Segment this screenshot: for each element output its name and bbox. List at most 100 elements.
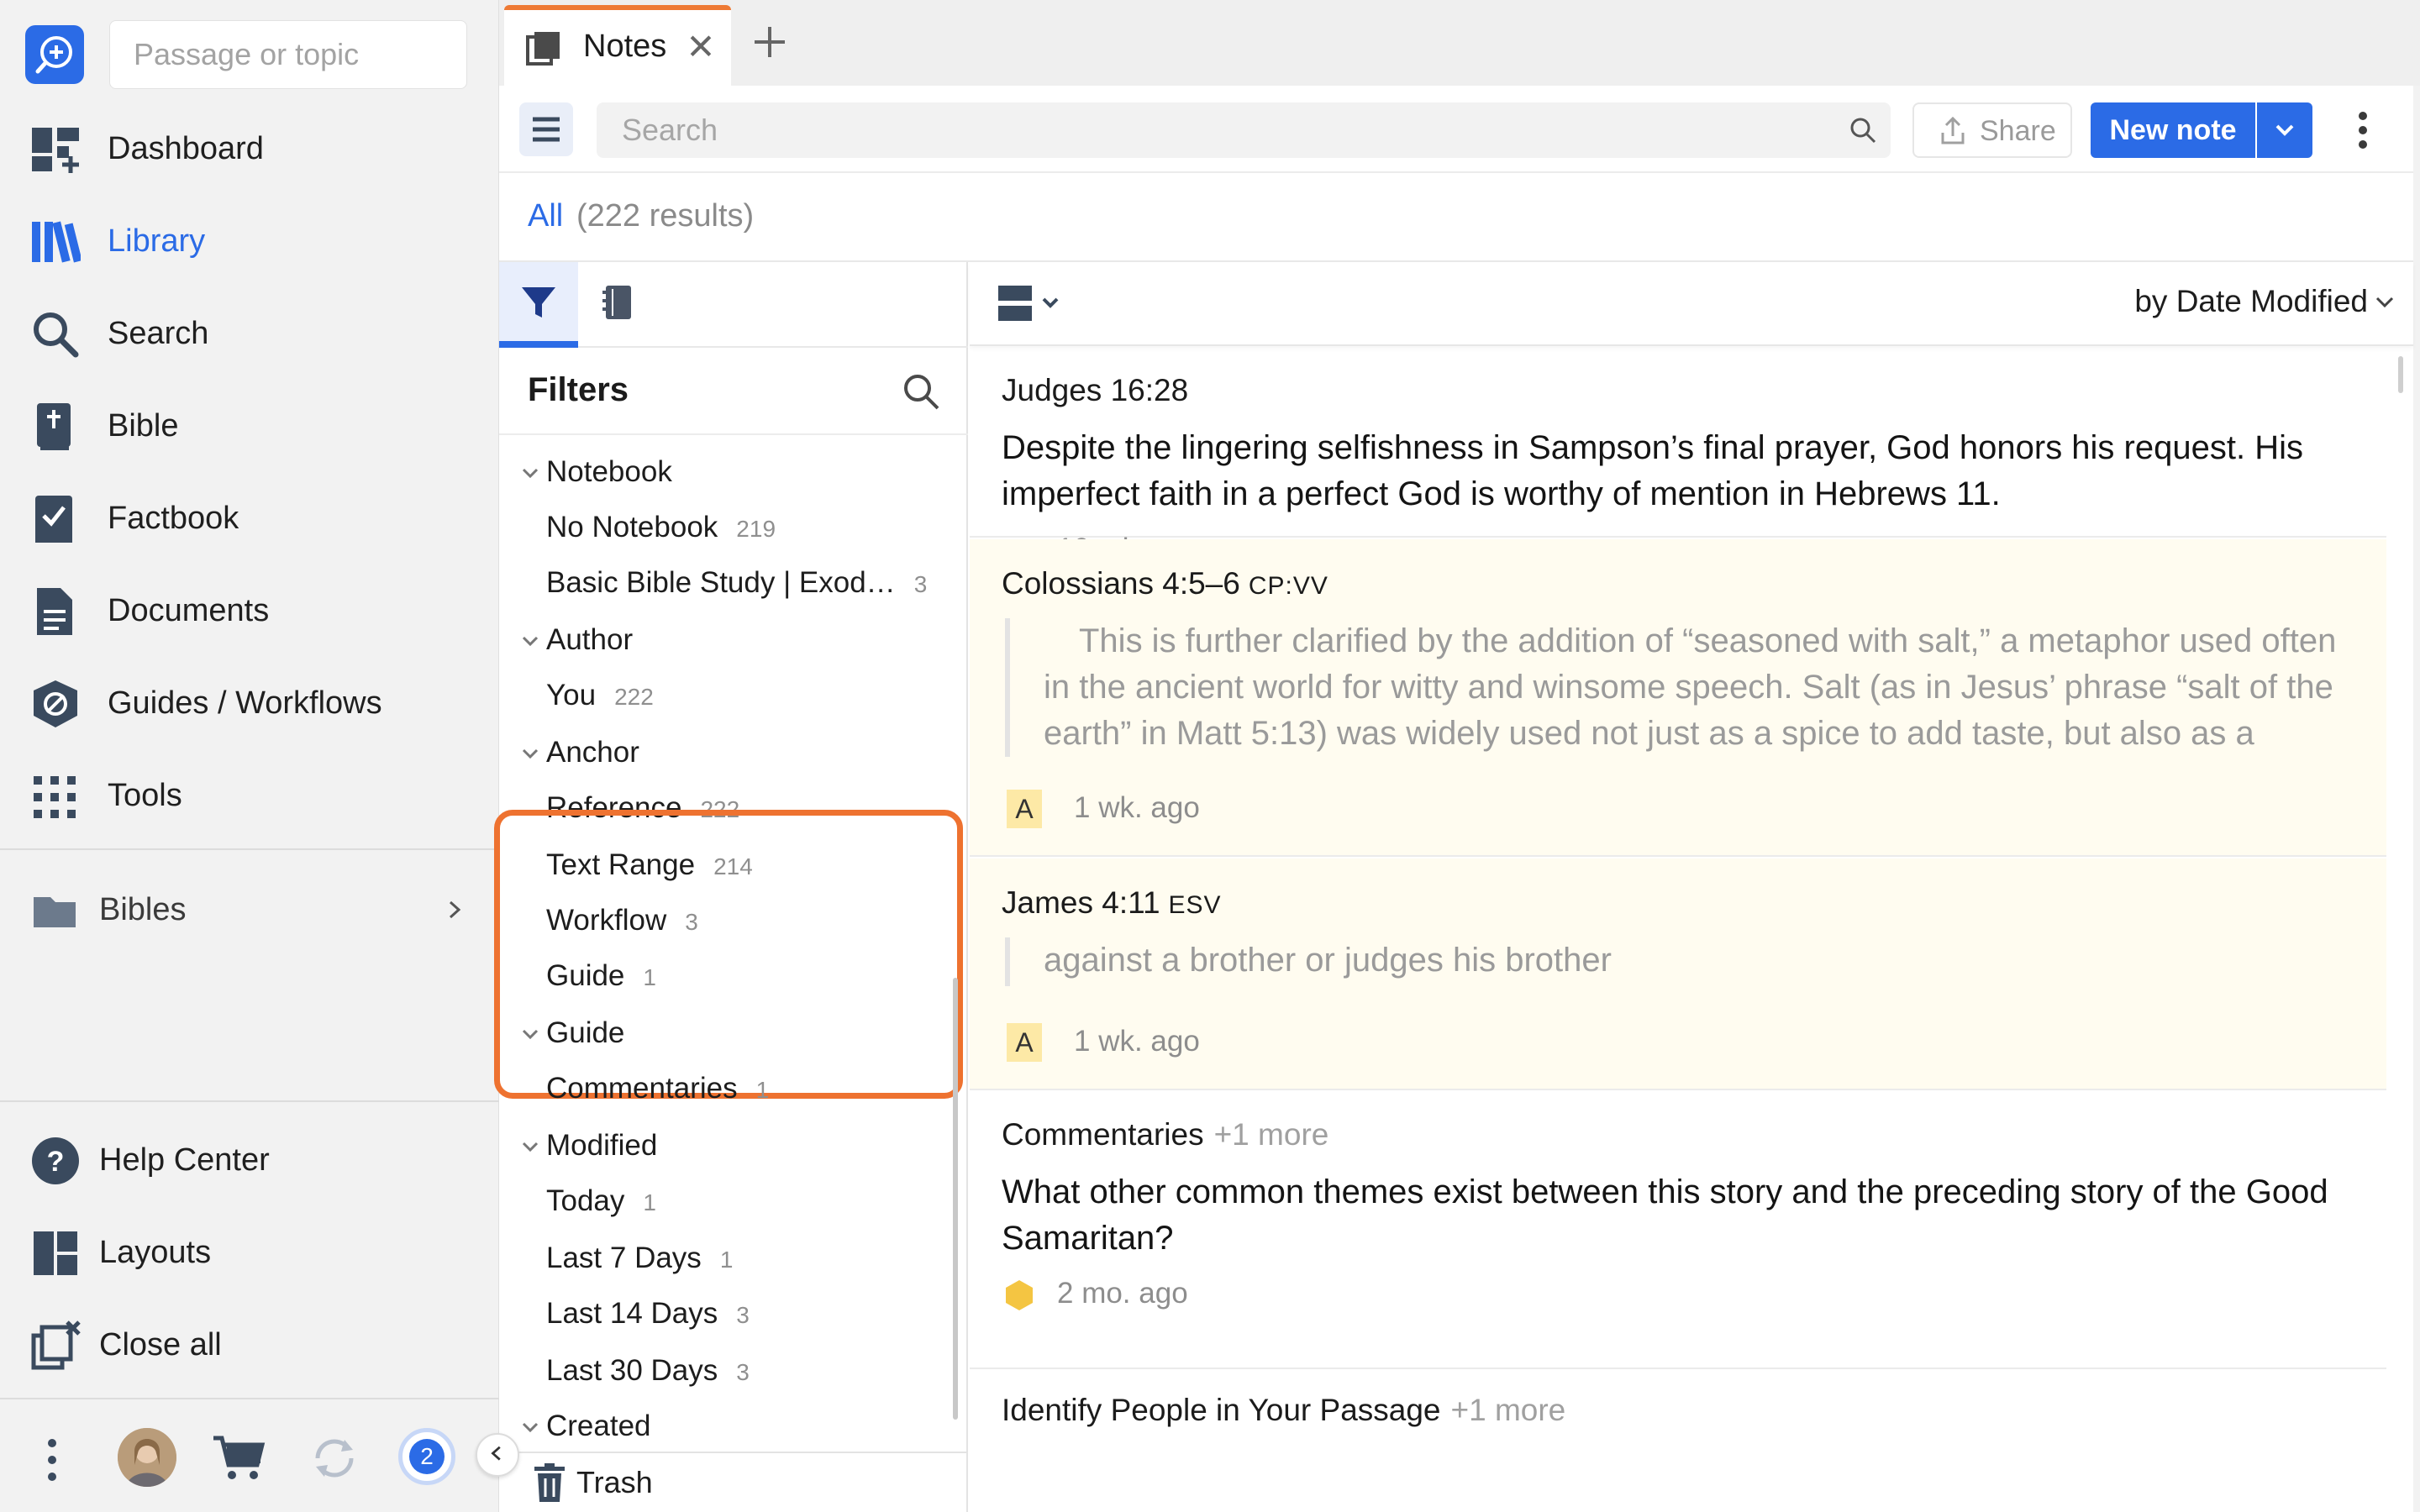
share-button[interactable]: Share — [1912, 102, 2072, 158]
filter-item[interactable]: Reference 222 — [499, 783, 968, 838]
dashboard-icon — [30, 124, 81, 175]
note-item[interactable]: Judges 16:28 Despite the lingering selfi… — [970, 348, 2386, 565]
note-time: 1 wk. ago — [1074, 791, 1200, 824]
passage-search-input[interactable] — [109, 20, 467, 89]
nav-tools[interactable]: Tools — [0, 749, 499, 842]
filter-item-label: Reference — [546, 791, 682, 824]
filter-item[interactable]: Text Range 214 — [499, 840, 968, 895]
notes-scrollbar[interactable] — [2398, 356, 2403, 393]
filter-group-notebook[interactable]: Notebook — [499, 447, 968, 502]
more-vertical-icon[interactable] — [44, 1435, 60, 1485]
filter-item[interactable]: Commentaries 1 — [499, 1063, 968, 1119]
filter-group-author[interactable]: Author — [499, 615, 968, 670]
note-reference: Identify People in Your Passage +1 more — [1002, 1393, 1566, 1427]
note-item[interactable]: Commentaries +1 more What other common th… — [970, 1092, 2386, 1369]
tab-filters[interactable] — [499, 262, 578, 348]
filter-item-count: 1 — [755, 1077, 770, 1103]
filter-group-anchor[interactable]: Anchor — [499, 727, 968, 783]
view-mode-toggle[interactable] — [998, 282, 1074, 326]
filter-item-label: Last 7 Days — [546, 1242, 702, 1274]
nav-factbook[interactable]: Factbook — [0, 472, 499, 564]
anchor-badge: A — [1007, 1023, 1042, 1062]
nav-dashboard[interactable]: Dashboard — [0, 102, 499, 195]
note-time: 1 wk. ago — [1074, 1025, 1200, 1058]
note-item[interactable]: James 4:11 ESV against a brother or judge… — [970, 858, 2386, 1090]
sync-count: 2 — [409, 1439, 445, 1474]
nav-search[interactable]: Search — [0, 287, 499, 380]
filter-group-guide[interactable]: Guide — [499, 1008, 968, 1063]
sort-dropdown[interactable]: by Date Modified — [2134, 284, 2368, 319]
filter-group-modified[interactable]: Modified — [499, 1121, 968, 1176]
filter-item-label: Workflow — [546, 904, 667, 937]
filter-item[interactable]: You 222 — [499, 670, 968, 726]
folder-icon — [32, 885, 82, 936]
filter-item[interactable]: Workflow 3 — [499, 895, 968, 951]
note-reference: James 4:11 ESV — [1002, 885, 1222, 920]
hexagon-icon — [1003, 1278, 1035, 1312]
filter-search-icon[interactable] — [901, 371, 941, 412]
filter-item[interactable]: Last 7 Days 1 — [499, 1233, 968, 1289]
nav-help-center[interactable]: ? Help Center — [0, 1114, 499, 1206]
filter-item[interactable]: Today 1 — [499, 1176, 968, 1231]
nav-library-label: Library — [108, 223, 206, 259]
notes-list: by Date Modified Judges 16:28 Despite th… — [970, 262, 2413, 1512]
nav-documents[interactable]: Documents — [0, 564, 499, 657]
nav-guides[interactable]: Guides / Workflows — [0, 657, 499, 749]
note-item[interactable]: Colossians 4:5–6 CP:VV This is further cl… — [970, 539, 2386, 857]
filter-item[interactable]: Last 30 Days 3 — [499, 1346, 968, 1401]
note-body: What other common themes exist between t… — [1002, 1173, 2328, 1257]
filter-group-label: Notebook — [546, 455, 672, 488]
chevron-down-icon — [516, 459, 544, 487]
hamburger-menu-icon[interactable] — [519, 102, 573, 156]
nav-layouts[interactable]: Layouts — [0, 1206, 499, 1299]
note-time: 2 mo. ago — [1057, 1277, 1188, 1310]
note-body: Despite the lingering selfishness in Sam… — [1002, 429, 2303, 512]
trash-button[interactable]: Trash — [499, 1452, 966, 1512]
filter-item-count: 1 — [643, 964, 656, 990]
tools-icon — [30, 771, 81, 822]
filter-item[interactable]: Last 14 Days 3 — [499, 1289, 968, 1344]
all-results-link[interactable]: All — [528, 198, 563, 234]
collapse-sidebar-button[interactable] — [476, 1433, 519, 1477]
filters-scrollbar[interactable] — [953, 978, 958, 1420]
layouts-icon — [30, 1228, 81, 1278]
notes-icon — [526, 30, 563, 67]
filter-group-label: Created — [546, 1410, 651, 1442]
more-options-icon[interactable] — [2344, 102, 2381, 158]
help-icon: ? — [30, 1136, 81, 1186]
nav-bibles-folder[interactable]: Bibles — [0, 864, 499, 956]
avatar[interactable] — [118, 1428, 176, 1487]
note-quote: against a brother or judges his brother — [1005, 937, 2338, 986]
list-view-icon — [998, 286, 1059, 321]
filter-item[interactable]: Guide 1 — [499, 951, 968, 1006]
new-note-button[interactable]: New note — [2091, 102, 2255, 158]
filter-item-label: No Notebook — [546, 511, 718, 543]
app-logo-icon[interactable] — [25, 25, 84, 84]
library-icon — [30, 217, 82, 267]
nav-close-all[interactable]: Close all — [0, 1299, 499, 1391]
tab-notes-label: Notes — [583, 29, 667, 64]
new-note-dropdown-button[interactable] — [2257, 102, 2312, 158]
filter-item-label: Last 30 Days — [546, 1354, 718, 1387]
sync-status-badge[interactable]: 2 — [398, 1428, 455, 1485]
sync-icon[interactable] — [308, 1431, 361, 1485]
nav-search-label: Search — [108, 316, 209, 351]
nav-library[interactable]: Library — [0, 195, 499, 287]
tab-notes[interactable]: Notes ✕ — [504, 5, 731, 86]
nav-bible[interactable]: Bible — [0, 380, 499, 472]
note-item[interactable]: Identify People in Your Passage +1 more — [970, 1371, 2386, 1512]
chevron-down-icon[interactable] — [2375, 296, 2395, 309]
add-tab-icon[interactable] — [751, 24, 788, 60]
tab-bar: Notes ✕ — [499, 0, 2420, 86]
filter-item[interactable]: No Notebook 219 — [499, 502, 968, 558]
cart-icon[interactable] — [212, 1431, 266, 1482]
filter-item[interactable]: Basic Bible Study | Exod… 3 — [499, 558, 968, 613]
tab-notebooks[interactable] — [578, 262, 657, 348]
filter-group-created[interactable]: Created — [499, 1401, 968, 1457]
account-bar: 2 — [0, 1398, 499, 1512]
notes-search-input[interactable] — [597, 102, 1891, 158]
search-icon[interactable] — [1847, 114, 1879, 146]
close-icon[interactable]: ✕ — [682, 29, 719, 66]
filter-item-label: Last 14 Days — [546, 1297, 718, 1330]
nav-bibles-label: Bibles — [99, 892, 187, 927]
